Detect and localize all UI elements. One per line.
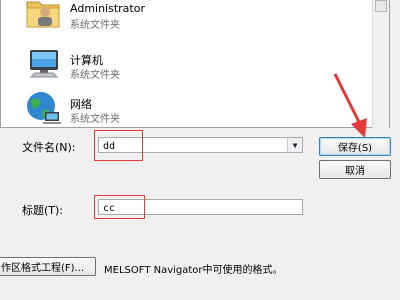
highlight-box xyxy=(94,130,143,161)
item-type: 系统文件夹 xyxy=(70,70,120,81)
list-item-administrator[interactable]: Administrator 系统文件夹 xyxy=(23,0,353,32)
list-item-network[interactable]: 网络 系统文件夹 xyxy=(23,88,353,128)
format-project-button[interactable]: 作区格式工程(F)... xyxy=(0,257,96,276)
vertical-scrollbar[interactable] xyxy=(372,0,389,128)
cancel-button[interactable]: 取消 xyxy=(319,160,391,179)
item-type: 系统文件夹 xyxy=(70,20,120,31)
item-name: Administrator xyxy=(70,2,145,15)
network-globe-icon xyxy=(23,88,63,128)
list-item-computer[interactable]: 计算机 系统文件夹 xyxy=(23,44,353,84)
format-description: MELSOFT Navigator中可使用的格式。 xyxy=(104,265,283,276)
user-folder-icon xyxy=(23,0,63,32)
filename-label: 文件名(N): xyxy=(22,141,76,154)
annotation-arrow-icon xyxy=(333,73,367,138)
title-label: 标题(T): xyxy=(22,204,64,217)
chevron-down-icon[interactable]: ▼ xyxy=(287,138,302,152)
computer-icon xyxy=(23,44,63,84)
item-type: 系统文件夹 xyxy=(70,114,120,125)
scroll-up-button[interactable] xyxy=(375,0,387,12)
highlight-box xyxy=(94,195,145,219)
